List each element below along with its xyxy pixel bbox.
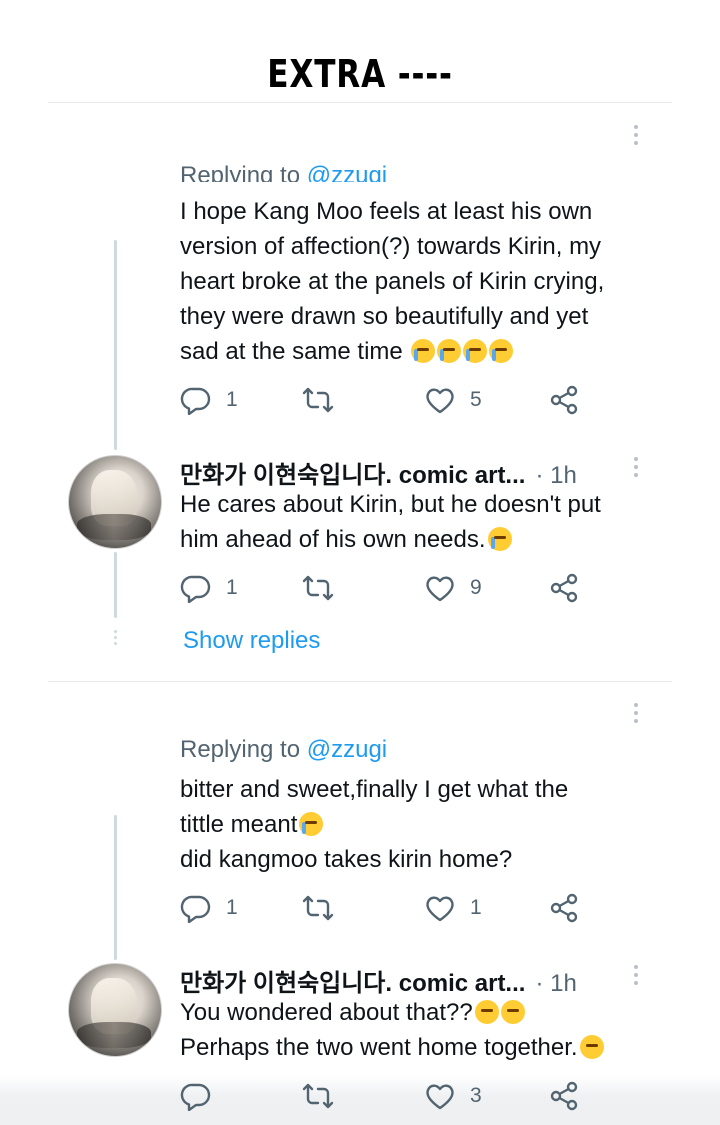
thread-line bbox=[114, 815, 117, 960]
share-button[interactable] bbox=[548, 573, 580, 603]
like-button[interactable]: 1 bbox=[424, 893, 482, 923]
reply-actions: 1 9 bbox=[180, 573, 600, 603]
heart-icon bbox=[424, 893, 456, 923]
retweet-button[interactable] bbox=[302, 385, 348, 415]
retweet-button[interactable] bbox=[302, 1081, 348, 1111]
laughing-emoji-icon bbox=[474, 1000, 499, 1024]
reply-actions: 3 bbox=[180, 1081, 600, 1111]
reply-icon bbox=[180, 385, 212, 415]
share-button[interactable] bbox=[548, 893, 580, 923]
more-icon[interactable] bbox=[634, 703, 640, 727]
crying-emoji-icon bbox=[489, 339, 514, 363]
handle-link[interactable]: @zzugi bbox=[307, 162, 387, 182]
tweet-text: I hope Kang Moo feels at least his own v… bbox=[180, 198, 605, 365]
reply-text: You wondered about that?? Perhaps the tw… bbox=[180, 995, 680, 1065]
laughing-emoji-icon bbox=[500, 1000, 525, 1024]
tweet-text: bitter and sweet,finally I get what the … bbox=[180, 776, 569, 873]
crying-emoji-icon bbox=[411, 339, 436, 363]
more-icon[interactable] bbox=[634, 965, 640, 989]
author-name[interactable]: 만화가 이현숙입니다. comic art... bbox=[180, 462, 525, 489]
more-icon[interactable] bbox=[634, 125, 640, 149]
thread-line bbox=[114, 552, 117, 618]
reply-icon bbox=[180, 1081, 212, 1111]
crying-emoji-icon bbox=[299, 812, 324, 836]
share-icon bbox=[548, 1081, 580, 1111]
replying-to: Replying to @zzugi bbox=[180, 160, 387, 182]
retweet-icon bbox=[302, 385, 334, 415]
share-icon bbox=[548, 573, 580, 603]
reply-author-row: 만화가 이현숙입니다. comic art... · 1h bbox=[180, 455, 577, 490]
more-icon[interactable] bbox=[634, 457, 640, 481]
thread-line bbox=[114, 240, 117, 450]
upside-down-emoji-icon bbox=[579, 1035, 604, 1059]
author-name[interactable]: 만화가 이현숙입니다. comic art... bbox=[180, 970, 525, 997]
heart-icon bbox=[424, 573, 456, 603]
like-button[interactable]: 9 bbox=[424, 573, 482, 603]
retweet-icon bbox=[302, 1081, 334, 1111]
share-button[interactable] bbox=[548, 1081, 580, 1111]
retweet-button[interactable] bbox=[302, 893, 348, 923]
like-button[interactable]: 3 bbox=[424, 1081, 482, 1111]
reply-button[interactable]: 1 bbox=[180, 385, 238, 415]
heart-icon bbox=[424, 1081, 456, 1111]
replying-to: Replying to @zzugi bbox=[180, 736, 388, 763]
heart-icon bbox=[424, 385, 456, 415]
retweet-button[interactable] bbox=[302, 573, 348, 603]
thread-dots bbox=[114, 630, 117, 648]
crying-emoji-icon bbox=[437, 339, 462, 363]
sad-emoji-icon bbox=[487, 527, 512, 551]
reply-button[interactable]: 1 bbox=[180, 893, 238, 923]
timestamp[interactable]: · 1h bbox=[535, 462, 576, 489]
share-icon bbox=[548, 385, 580, 415]
retweet-icon bbox=[302, 573, 334, 603]
avatar[interactable] bbox=[68, 963, 162, 1057]
reply-button[interactable] bbox=[180, 1081, 226, 1111]
reply-author-row: 만화가 이현숙입니다. comic art... · 1h bbox=[180, 963, 577, 998]
divider bbox=[48, 102, 672, 103]
retweet-icon bbox=[302, 893, 334, 923]
tweet-actions: 1 5 bbox=[180, 385, 600, 415]
reply-button[interactable]: 1 bbox=[180, 573, 238, 603]
share-button[interactable] bbox=[548, 385, 580, 415]
like-button[interactable]: 5 bbox=[424, 385, 482, 415]
show-replies-link[interactable]: Show replies bbox=[183, 627, 320, 655]
share-icon bbox=[548, 893, 580, 923]
tweet-actions: 1 1 bbox=[180, 893, 600, 923]
reply-icon bbox=[180, 893, 212, 923]
avatar[interactable] bbox=[68, 455, 162, 549]
page-title: EXTRA ---- bbox=[267, 52, 453, 96]
handle-link[interactable]: @zzugi bbox=[307, 736, 387, 763]
timestamp[interactable]: · 1h bbox=[535, 970, 576, 997]
reply-icon bbox=[180, 573, 212, 603]
divider bbox=[48, 681, 672, 682]
reply-text: He cares about Kirin, but he doesn't put… bbox=[180, 491, 601, 553]
crying-emoji-icon bbox=[463, 339, 488, 363]
